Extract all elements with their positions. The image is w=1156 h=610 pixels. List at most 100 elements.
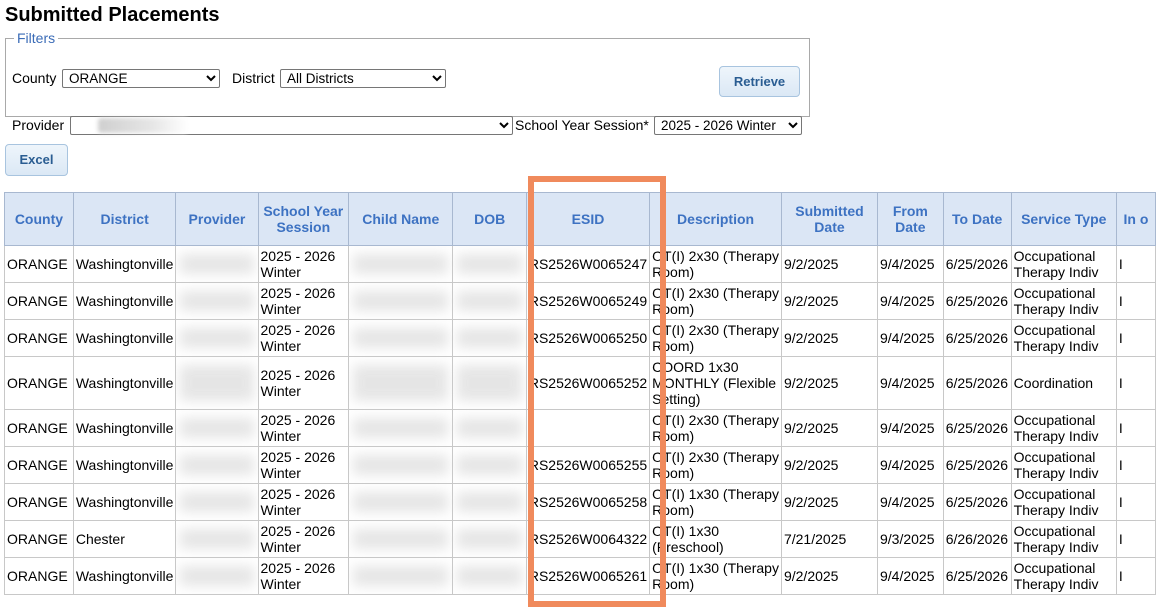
redacted-smudge <box>353 291 449 311</box>
table-row[interactable]: ORANGE Washingtonville 2025 - 2026 Winter R… <box>4 245 1156 283</box>
session-select[interactable]: 2025 - 2026 Winter <box>654 116 802 135</box>
redacted-smudge <box>457 455 522 475</box>
cell-description: COORD 1x30 MONTHLY (Flexible Setting) <box>649 356 782 410</box>
cell-to-date: 6/25/2026 <box>942 282 1012 320</box>
cell-esid <box>525 409 651 447</box>
table-row[interactable]: ORANGE Chester 2025 - 2026 Winter RS2526W00… <box>4 520 1156 558</box>
cell-esid: RS2526W0065252 <box>525 356 651 410</box>
redacted-smudge <box>353 328 449 348</box>
col-esid[interactable]: ESID <box>525 192 651 246</box>
cell-district: Washingtonville <box>72 483 177 521</box>
col-county[interactable]: County <box>4 192 74 246</box>
cell-session: 2025 - 2026 Winter <box>257 446 350 484</box>
cell-provider <box>175 446 259 484</box>
cell-from-date: 9/4/2025 <box>876 282 944 320</box>
page-title: Submitted Placements <box>5 4 220 26</box>
cell-esid: RS2526W0065255 <box>525 446 651 484</box>
cell-dob <box>452 520 527 558</box>
redacted-smudge <box>180 529 254 549</box>
table-row[interactable]: ORANGE Washingtonville 2025 - 2026 Winter R… <box>4 557 1156 595</box>
redacted-smudge <box>353 254 449 274</box>
col-description[interactable]: Description <box>649 192 782 246</box>
col-dob[interactable]: DOB <box>452 192 527 246</box>
cell-session: 2025 - 2026 Winter <box>257 557 350 595</box>
redacted-smudge <box>353 365 449 401</box>
cell-child-name <box>348 446 454 484</box>
col-to-date[interactable]: To Date <box>942 192 1012 246</box>
cell-child-name <box>348 282 454 320</box>
cell-service-type: Occupational Therapy Indiv <box>1010 520 1117 558</box>
cell-esid: RS2526W0065261 <box>525 557 651 595</box>
cell-district: Washingtonville <box>72 446 177 484</box>
cell-child-name <box>348 245 454 283</box>
col-from-date[interactable]: From Date <box>876 192 944 246</box>
col-extra[interactable]: In o <box>1115 192 1156 246</box>
table-row[interactable]: ORANGE Washingtonville 2025 - 2026 Winter R… <box>4 282 1156 320</box>
county-select[interactable]: ORANGE <box>62 69 220 88</box>
cell-session: 2025 - 2026 Winter <box>257 356 350 410</box>
cell-provider <box>175 520 259 558</box>
cell-county: ORANGE <box>4 520 74 558</box>
cell-provider <box>175 356 259 410</box>
excel-button[interactable]: Excel <box>5 144 68 176</box>
redacted-smudge <box>457 492 522 512</box>
cell-to-date: 6/25/2026 <box>942 557 1012 595</box>
cell-to-date: 6/26/2026 <box>942 520 1012 558</box>
col-service-type[interactable]: Service Type <box>1010 192 1117 246</box>
cell-extra: I <box>1115 446 1156 484</box>
filters-panel: Filters County ORANGE District All Distr… <box>5 30 810 135</box>
cell-dob <box>452 356 527 410</box>
table-row[interactable]: ORANGE Washingtonville 2025 - 2026 Winter R… <box>4 446 1156 484</box>
cell-dob <box>452 245 527 283</box>
redacted-smudge <box>353 529 449 549</box>
cell-to-date: 6/25/2026 <box>942 245 1012 283</box>
cell-child-name <box>348 520 454 558</box>
col-submitted-date[interactable]: Submitted Date <box>780 192 878 246</box>
col-school-year-session[interactable]: School Year Session <box>257 192 350 246</box>
table-row[interactable]: ORANGE Washingtonville 2025 - 2026 Winter R… <box>4 356 1156 410</box>
redacted-smudge <box>180 455 254 475</box>
retrieve-button[interactable]: Retrieve <box>719 66 800 97</box>
col-district[interactable]: District <box>72 192 177 246</box>
cell-esid: RS2526W0064322 <box>525 520 651 558</box>
cell-submitted-date: 9/2/2025 <box>780 483 878 521</box>
cell-session: 2025 - 2026 Winter <box>257 282 350 320</box>
redacted-smudge <box>457 418 522 438</box>
cell-provider <box>175 483 259 521</box>
cell-description: OT(I) 1x30 (Therapy Room) <box>649 483 782 521</box>
redacted-smudge <box>180 492 254 512</box>
redacted-smudge <box>180 365 254 401</box>
table-row[interactable]: ORANGE Washingtonville 2025 - 2026 Winter R… <box>4 319 1156 357</box>
cell-from-date: 9/3/2025 <box>876 520 944 558</box>
cell-extra: I <box>1115 409 1156 447</box>
redacted-smudge <box>457 291 522 311</box>
cell-description: OT(I) 1x30 (Therapy Room) <box>649 557 782 595</box>
table-row[interactable]: ORANGE Washingtonville 2025 - 2026 Winter R… <box>4 483 1156 521</box>
cell-to-date: 6/25/2026 <box>942 409 1012 447</box>
redacted-smudge <box>180 566 254 586</box>
cell-service-type: Occupational Therapy Indiv <box>1010 319 1117 357</box>
cell-session: 2025 - 2026 Winter <box>257 483 350 521</box>
cell-esid: RS2526W0065249 <box>525 282 651 320</box>
cell-submitted-date: 7/21/2025 <box>780 520 878 558</box>
cell-submitted-date: 9/2/2025 <box>780 446 878 484</box>
cell-service-type: Occupational Therapy Indiv <box>1010 245 1117 283</box>
cell-to-date: 6/25/2026 <box>942 483 1012 521</box>
cell-county: ORANGE <box>4 319 74 357</box>
cell-child-name <box>348 483 454 521</box>
cell-district: Washingtonville <box>72 409 177 447</box>
cell-district: Washingtonville <box>72 282 177 320</box>
cell-session: 2025 - 2026 Winter <box>257 319 350 357</box>
cell-description: OT(I) 2x30 (Therapy Room) <box>649 319 782 357</box>
cell-esid: RS2526W0065247 <box>525 245 651 283</box>
cell-description: OT(I) 2x30 (Therapy Room) <box>649 282 782 320</box>
table-row[interactable]: ORANGE Washingtonville 2025 - 2026 Winter O… <box>4 409 1156 447</box>
cell-district: Washingtonville <box>72 319 177 357</box>
col-child-name[interactable]: Child Name <box>348 192 454 246</box>
district-select[interactable]: All Districts <box>280 69 446 88</box>
cell-description: OT(I) 2x30 (Therapy Room) <box>649 409 782 447</box>
col-provider[interactable]: Provider <box>175 192 259 246</box>
cell-session: 2025 - 2026 Winter <box>257 409 350 447</box>
cell-child-name <box>348 557 454 595</box>
cell-county: ORANGE <box>4 557 74 595</box>
